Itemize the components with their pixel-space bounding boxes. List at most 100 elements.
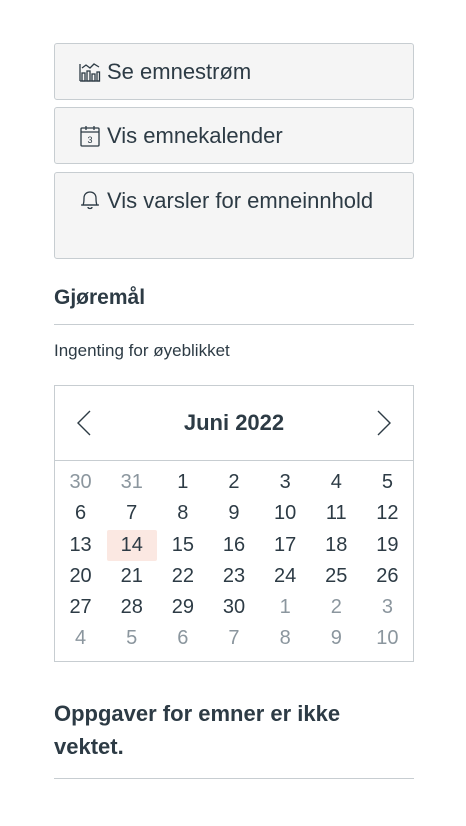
calendar-day-number: 10 (274, 502, 297, 525)
calendar-day-number: 7 (228, 627, 240, 650)
calendar-week-row: 13 14 15 16 17 18 19 (55, 529, 413, 561)
calendar-day[interactable]: 25 (311, 561, 362, 592)
calendar-day[interactable]: 30 (55, 467, 106, 498)
calendar-day-number: 12 (376, 502, 399, 525)
calendar-day[interactable]: 16 (208, 530, 259, 561)
calendar-day-number: 2 (330, 596, 342, 619)
calendar-day[interactable]: 6 (157, 623, 208, 654)
calendar-day[interactable]: 28 (106, 592, 157, 623)
calendar-day[interactable]: 4 (55, 623, 106, 654)
grading-note: Oppgaver for emner er ikke vektet. (54, 697, 414, 779)
calendar-day[interactable]: 9 (208, 498, 259, 529)
calendar-day[interactable]: 3 (260, 467, 311, 498)
calendar-day-number: 7 (126, 502, 138, 525)
calendar-day[interactable]: 17 (260, 530, 311, 561)
calendar-day-number: 4 (330, 471, 342, 493)
calendar-month-label: Juni 2022 (183, 410, 285, 435)
course-sidebar: Se emnestrøm 3 Vis emnekalender Vis vars… (54, 43, 414, 662)
calendar-day[interactable]: 12 (362, 498, 413, 529)
calendar-day[interactable]: 10 (260, 498, 311, 529)
view-course-stream-label: Se emnestrøm (107, 58, 252, 84)
calendar-day-number: 11 (325, 502, 347, 525)
calendar-day-number: 3 (279, 471, 291, 493)
calendar-day-number: 9 (330, 627, 342, 650)
calendar-day[interactable]: 3 (362, 592, 413, 623)
view-course-notifications-button[interactable]: Vis varsler for emneinnhold (54, 172, 414, 259)
calendar-day[interactable]: 15 (157, 530, 208, 561)
todo-empty-text: Ingenting for øyeblikket (54, 341, 230, 360)
calendar-grid: 30 31 1 2 3 4 5 6 7 8 9 10 11 12 13 14 15 16 17 18 19 20 21 22 2… (55, 461, 413, 661)
calendar-day-number: 6 (75, 502, 87, 525)
calendar-day-number: 20 (69, 564, 92, 587)
calendar-day[interactable]: 30 (208, 592, 259, 623)
calendar-day-number: 2 (228, 471, 240, 493)
calendar-day[interactable]: 10 (362, 623, 413, 654)
calendar-header: Juni 2022 (55, 386, 413, 461)
view-course-calendar-button[interactable]: 3 Vis emnekalender (54, 107, 414, 164)
calendar-day-number: 14 (106, 529, 157, 561)
calendar-day[interactable]: 9 (311, 623, 362, 654)
calendar-icon: 3 (77, 123, 103, 149)
calendar-day-number: 28 (120, 596, 143, 619)
calendar-day[interactable]: 29 (157, 592, 208, 623)
calendar-day[interactable]: 2 (311, 592, 362, 623)
stream-icon (77, 59, 103, 85)
calendar-day-number: 29 (171, 596, 194, 619)
calendar-day[interactable]: 5 (362, 467, 413, 498)
calendar-day-number: 4 (75, 627, 87, 650)
calendar-day-number: 18 (325, 533, 348, 556)
calendar-day[interactable]: 1 (157, 467, 208, 498)
calendar-day-number: 8 (279, 627, 291, 650)
calendar-day[interactable]: 2 (208, 467, 259, 498)
calendar-week-row: 6 7 8 9 10 11 12 (55, 498, 413, 529)
calendar-day-number: 16 (222, 533, 246, 556)
bell-icon (77, 187, 103, 213)
calendar-day-number: 1 (279, 596, 291, 619)
calendar-day[interactable]: 21 (106, 561, 157, 592)
calendar-day[interactable]: 23 (208, 561, 259, 592)
calendar-day-number: 19 (376, 533, 399, 556)
calendar-day[interactable]: 5 (106, 623, 157, 654)
calendar-day[interactable]: 18 (311, 530, 362, 561)
calendar-week-row: 20 21 22 23 24 25 26 (55, 561, 413, 592)
calendar-day-today[interactable]: 14 (106, 529, 157, 561)
calendar-day[interactable]: 19 (362, 530, 413, 561)
svg-text:3: 3 (87, 135, 92, 145)
calendar-day[interactable]: 7 (208, 623, 259, 654)
calendar-day[interactable]: 1 (260, 592, 311, 623)
prev-month-button[interactable] (73, 408, 95, 438)
calendar-day[interactable]: 26 (362, 561, 413, 592)
view-course-notifications-label: Vis varsler for emneinnhold (107, 188, 374, 213)
calendar-day[interactable]: 22 (157, 561, 208, 592)
calendar-day-number: 27 (69, 596, 92, 619)
calendar-day-number: 30 (222, 596, 246, 619)
calendar-day[interactable]: 8 (157, 498, 208, 529)
calendar-day[interactable]: 11 (311, 498, 362, 529)
calendar-day-number: 21 (120, 564, 143, 587)
calendar-day-number: 23 (222, 564, 246, 587)
calendar-day[interactable]: 24 (260, 561, 311, 592)
calendar-day-number: 5 (126, 627, 138, 650)
view-course-stream-button[interactable]: Se emnestrøm (54, 43, 414, 100)
calendar-day[interactable]: 13 (55, 530, 106, 561)
calendar-day-number: 9 (228, 502, 240, 525)
calendar-day[interactable]: 27 (55, 592, 106, 623)
calendar-day-number: 6 (177, 627, 189, 650)
calendar-day-number: 22 (171, 564, 194, 587)
calendar-week-row: 4 5 6 7 8 9 10 (55, 623, 413, 654)
calendar-day[interactable]: 4 (311, 467, 362, 498)
calendar-day-number: 13 (69, 533, 92, 556)
calendar-day[interactable]: 8 (260, 623, 311, 654)
calendar-day-number: 10 (376, 627, 399, 650)
calendar-day[interactable]: 20 (55, 561, 106, 592)
chevron-right-icon (377, 410, 391, 436)
mini-calendar: Juni 2022 30 31 1 2 3 4 5 6 7 8 9 10 11 12 13 14 15 16 17 1… (54, 385, 414, 662)
calendar-day[interactable]: 6 (55, 498, 106, 529)
calendar-day-number: 3 (381, 596, 393, 619)
calendar-day[interactable]: 7 (106, 498, 157, 529)
calendar-day-number: 15 (171, 533, 194, 556)
calendar-day-number: 1 (177, 471, 189, 493)
calendar-day[interactable]: 31 (106, 467, 157, 498)
next-month-button[interactable] (373, 408, 395, 438)
todo-heading: Gjøremål (54, 286, 414, 325)
